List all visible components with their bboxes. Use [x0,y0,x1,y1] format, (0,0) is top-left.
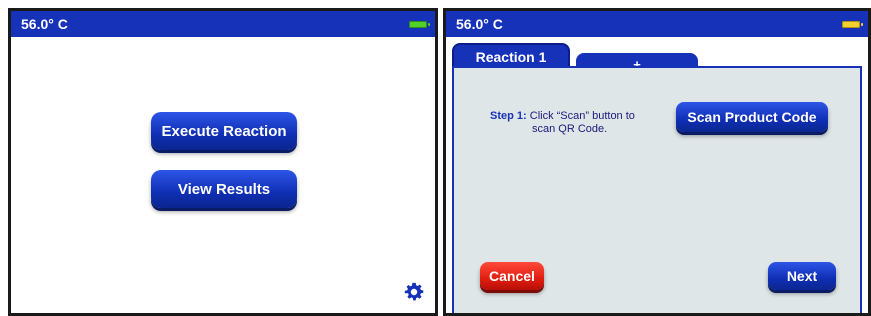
execute-reaction-button[interactable]: Execute Reaction [151,112,297,150]
battery-icon [842,20,863,28]
step-instructions: Step 1: Click “Scan” button to scan QR C… [490,110,635,136]
next-button[interactable]: Next [768,262,836,290]
battery-icon [409,20,430,28]
reaction-panel: Step 1: Click “Scan” button to scan QR C… [452,66,862,313]
view-results-button[interactable]: View Results [151,170,297,208]
step-text-line2: scan QR Code. [532,123,608,135]
status-bar: 56.0° C [11,11,435,37]
temperature-readout: 56.0° C [21,16,68,32]
gear-icon[interactable] [403,281,425,303]
scan-product-code-button[interactable]: Scan Product Code [676,102,828,132]
status-bar: 56.0° C [446,11,868,37]
cancel-button[interactable]: Cancel [480,262,544,290]
step-text-line1: Click “Scan” button to [529,110,635,122]
reaction-setup-screen: 56.0° C Reaction 1 + Step 1: Click “Scan… [443,8,871,316]
step-label: Step 1: [490,110,527,122]
main-menu-screen: 56.0° C Execute Reaction View Results [8,8,438,316]
temperature-readout: 56.0° C [456,16,503,32]
